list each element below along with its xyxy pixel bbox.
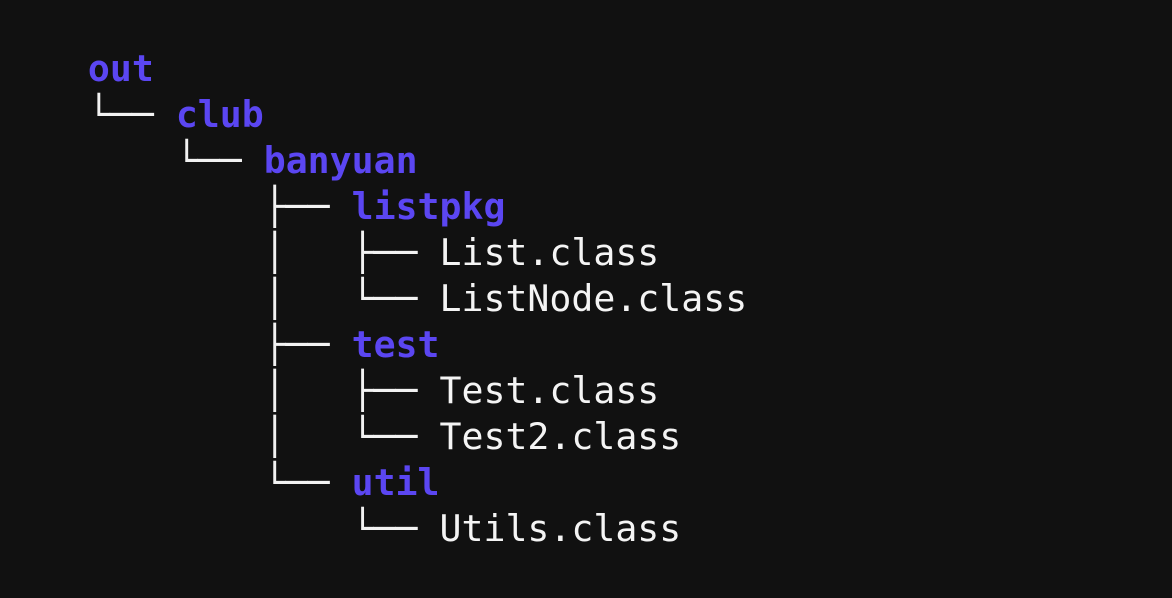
file-name-listnode-class: ListNode.class bbox=[439, 277, 748, 320]
tree-line-listpkg: ├── listpkg bbox=[0, 138, 506, 228]
tree-line-utils-class: └── Utils.class bbox=[0, 460, 682, 550]
terminal-output: out └── club └── banyuan ├── listpkg │ ├… bbox=[0, 0, 1172, 550]
tree-line-club: └── club bbox=[0, 46, 264, 136]
tree-branch-prefix: └── bbox=[87, 507, 440, 550]
tree-line-test2-class: │ └── Test2.class bbox=[0, 368, 682, 458]
tree-line-util: └── util bbox=[0, 414, 440, 504]
tree-line-banyuan: └── banyuan bbox=[0, 92, 418, 182]
tree-line-list-class: │ ├── List.class bbox=[0, 184, 660, 274]
tree-line-listnode-class: │ └── ListNode.class bbox=[0, 230, 747, 320]
tree-line-out: out bbox=[0, 0, 154, 90]
tree-line-test-class: │ ├── Test.class bbox=[0, 322, 660, 412]
file-name-utils-class: Utils.class bbox=[439, 507, 682, 550]
tree-line-test: ├── test bbox=[0, 276, 440, 366]
file-name-test2-class: Test2.class bbox=[439, 415, 682, 458]
